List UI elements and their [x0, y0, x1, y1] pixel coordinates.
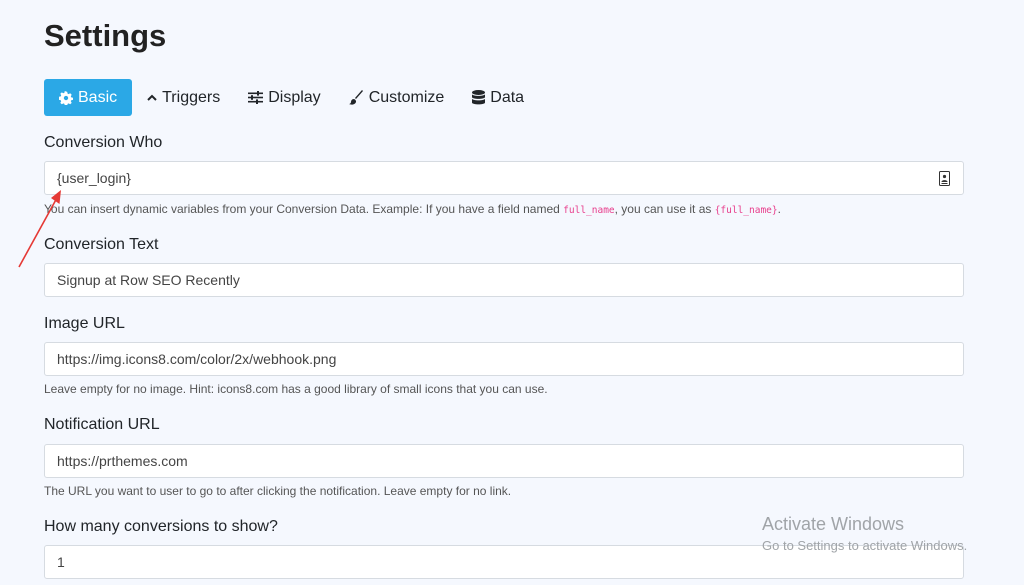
conversion-who-value: {user_login}	[57, 170, 131, 186]
chevron-up-icon	[147, 93, 157, 103]
notification-url-label: Notification URL	[44, 416, 160, 433]
help-text: You can insert dynamic variables from yo…	[44, 202, 564, 216]
tab-data-label: Data	[490, 88, 525, 106]
code-full-name: full_name	[563, 205, 615, 216]
tab-triggers-label: Triggers	[162, 88, 221, 106]
sliders-icon	[248, 91, 264, 104]
image-url-input[interactable]: https://img.icons8.com/color/2x/webhook.…	[44, 342, 964, 376]
database-icon	[472, 90, 486, 105]
notification-url-help: The URL you want to user to go to after …	[44, 484, 512, 498]
tab-customize-label: Customize	[368, 88, 445, 106]
activate-windows-title: Activate Windows	[762, 514, 905, 534]
annotation-arrow-icon	[18, 190, 61, 268]
activate-windows-subtitle: Go to Settings to activate Windows.	[762, 538, 968, 553]
conversion-who-label: Conversion Who	[44, 134, 163, 151]
tab-triggers[interactable]: Triggers	[132, 79, 234, 116]
code-full-name-var: {full_name}	[714, 205, 778, 216]
conversions-count-value: 1	[57, 554, 65, 570]
tab-customize[interactable]: Customize	[335, 79, 459, 116]
page-title: Settings	[44, 18, 167, 53]
conversions-count-label: How many conversions to show?	[44, 518, 278, 535]
tab-basic[interactable]: Basic	[44, 79, 133, 116]
image-url-label: Image URL	[44, 315, 125, 332]
help-text-end: .	[777, 202, 781, 216]
settings-tabs: Basic Triggers Display Customize Data	[44, 79, 538, 116]
tab-display-label: Display	[268, 88, 321, 106]
conversion-text-value: Signup at Row SEO Recently	[57, 272, 240, 288]
help-text-mid: , you can use it as	[614, 202, 715, 216]
brush-icon	[348, 90, 364, 105]
notification-url-input[interactable]: https://prthemes.com	[44, 444, 964, 478]
tab-display[interactable]: Display	[234, 79, 334, 116]
contact-card-icon[interactable]	[937, 170, 951, 186]
notification-url-value: https://prthemes.com	[57, 453, 188, 469]
conversion-who-help: You can insert dynamic variables from yo…	[44, 202, 781, 216]
tab-basic-label: Basic	[78, 88, 118, 106]
tab-data[interactable]: Data	[458, 79, 538, 116]
conversion-text-input[interactable]: Signup at Row SEO Recently	[44, 263, 964, 297]
image-url-value: https://img.icons8.com/color/2x/webhook.…	[57, 351, 337, 367]
image-url-help: Leave empty for no image. Hint: icons8.c…	[44, 382, 548, 396]
conversion-who-input[interactable]: {user_login}	[44, 161, 964, 195]
gear-icon	[59, 90, 73, 105]
